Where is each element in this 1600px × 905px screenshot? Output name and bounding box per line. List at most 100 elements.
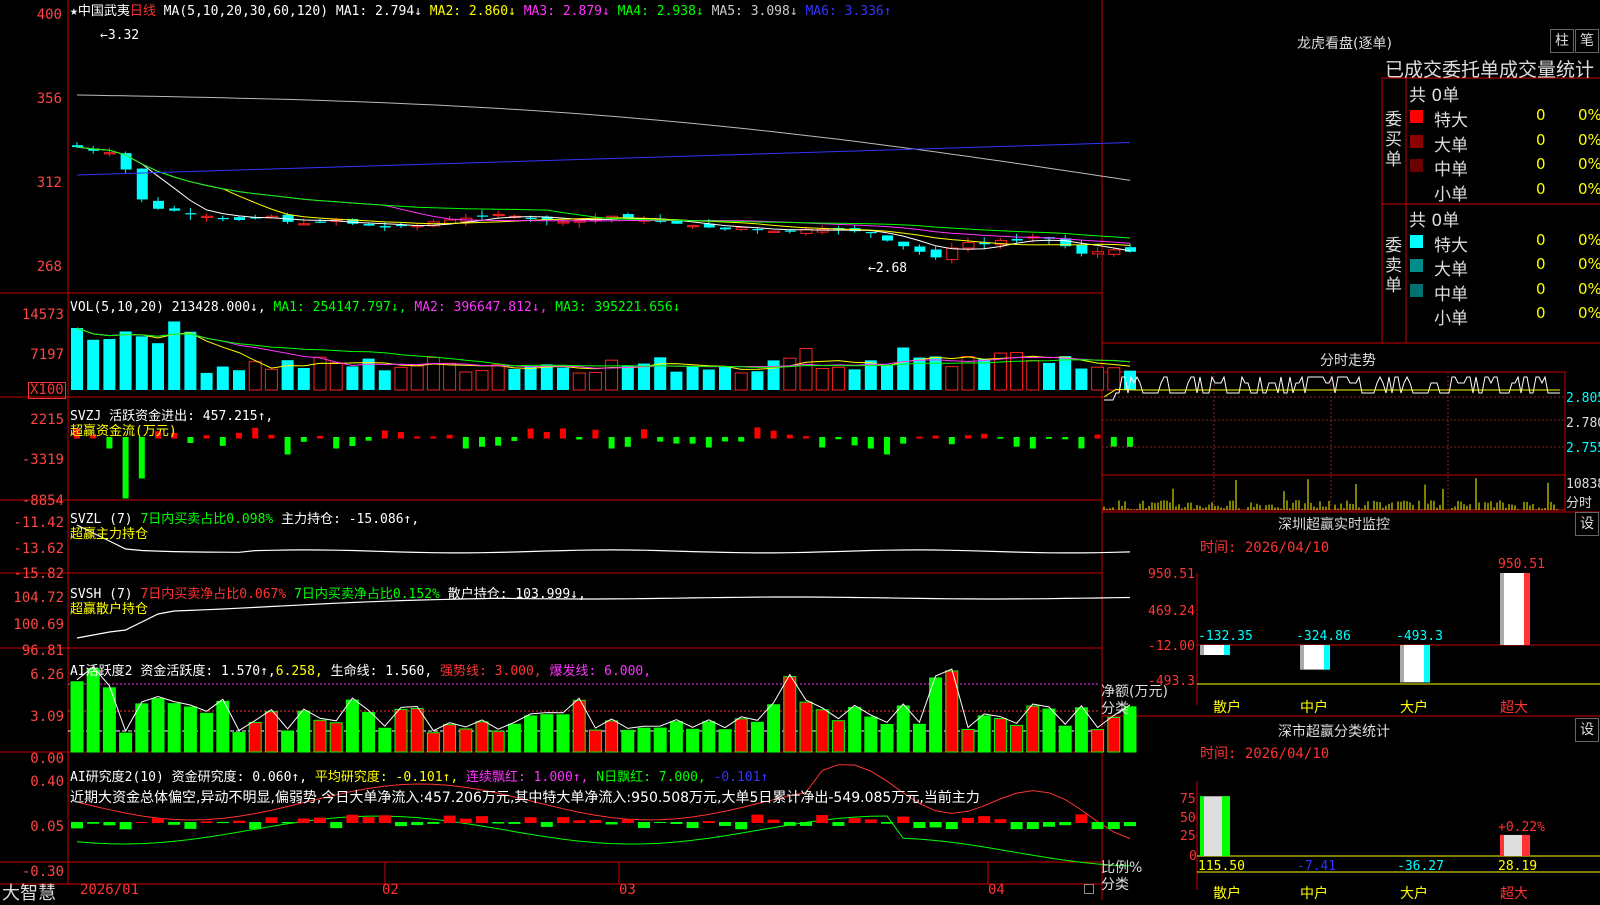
ai-active-text2: 6.258, <box>275 664 323 679</box>
research-bar <box>216 822 229 824</box>
classify-time: 时间: 2026/04/10 <box>1200 746 1330 762</box>
volume-bar <box>329 362 343 391</box>
candle <box>720 227 731 230</box>
volume-bar <box>1107 367 1121 391</box>
intraday-vol-label: 10838 <box>1566 477 1600 492</box>
flow-bar <box>398 432 404 439</box>
volume-bar <box>557 367 569 390</box>
ma60-line <box>76 94 1131 181</box>
flow-bar <box>819 437 826 448</box>
volume-bar <box>1026 359 1040 391</box>
flow-bar <box>560 428 566 439</box>
market-chart-canvas[interactable] <box>0 0 1600 900</box>
volume-bar <box>103 339 116 390</box>
research-bar <box>249 822 262 830</box>
activity-bar <box>426 732 440 753</box>
sell-row-s: 小单 0 0% <box>1408 303 1600 329</box>
activity-bar <box>524 715 538 753</box>
flow-bar <box>284 437 291 455</box>
activity-bar <box>653 727 667 753</box>
monitor-value-retail: -132.35 <box>1198 629 1253 644</box>
flow-bar <box>219 437 226 446</box>
flow-bar <box>349 437 356 447</box>
ma3-value: MA3: 2.879↓ <box>523 4 610 19</box>
monitor-cat-large: 大户 <box>1400 700 1428 716</box>
activity-bar <box>783 676 797 753</box>
monitor-settings-button[interactable]: 设 <box>1575 512 1599 536</box>
activity-bar <box>734 718 748 753</box>
candle <box>768 230 781 233</box>
research-bar <box>443 815 456 823</box>
tick-view-button[interactable]: 笔 <box>1575 29 1599 53</box>
flow-bar <box>641 429 647 439</box>
research-bar <box>864 819 877 823</box>
volume-bar <box>605 359 619 391</box>
volume-bar <box>751 371 764 390</box>
flow-bar <box>884 437 890 455</box>
monitor-bar-shade <box>1400 645 1404 683</box>
ai-research-title: AI研究度2(10) <box>70 770 164 785</box>
ma120-line <box>76 142 1131 176</box>
volume-bar <box>394 366 408 391</box>
candle <box>363 224 375 226</box>
research-bar <box>589 820 602 823</box>
x-axis-label: 03 <box>619 882 636 898</box>
volume-bar <box>200 372 213 390</box>
brand-logo[interactable]: 大智慧 <box>2 879 56 905</box>
stock-name[interactable]: ★中国武夷 <box>70 4 130 19</box>
lock-icon[interactable] <box>1084 884 1094 894</box>
activity-bar <box>345 699 359 753</box>
ma4-value: MA4: 2.938↓ <box>617 4 704 19</box>
classify-settings-button[interactable]: 设 <box>1575 718 1599 742</box>
svzj-axis-label: 2215 <box>30 412 64 428</box>
svzl-subtitle: 超赢主力持仓 <box>70 527 149 542</box>
volume-bar <box>233 370 245 390</box>
research-bar <box>297 818 310 823</box>
x-axis-label: 2026/01 <box>80 882 140 898</box>
flow-bar <box>317 435 323 439</box>
volume-bar <box>734 372 748 391</box>
sell-orders-label: 委卖单 <box>1385 236 1402 296</box>
volume-bar <box>248 361 262 391</box>
ai-research-axis-label: 0.40 <box>30 774 64 790</box>
research-bar <box>1010 822 1023 830</box>
flow-bar <box>803 436 809 439</box>
monitor-axis-label: 950.51 <box>1148 567 1195 582</box>
research-bar <box>103 822 116 826</box>
research-bar <box>135 821 148 823</box>
research-bar <box>994 819 1007 823</box>
candle <box>865 231 877 234</box>
flow-bar <box>900 437 907 444</box>
monitor-axis-label: 469.24 <box>1148 604 1195 619</box>
classify-value-mid: -7.41 <box>1297 859 1337 874</box>
ma-line <box>76 146 1131 239</box>
classify-cat-retail: 散户 <box>1213 886 1241 902</box>
ai-active-text1: 资金活跃度: 1.570↑, <box>140 664 276 679</box>
period-label[interactable]: 日线 <box>130 4 156 19</box>
candle <box>930 249 942 258</box>
sell-row-l: 大单 0 0% <box>1408 254 1600 280</box>
flow-bar <box>705 437 712 448</box>
flow-bar <box>479 437 485 447</box>
flow-bar <box>138 437 145 479</box>
intraday-axis-label: 2.780 <box>1566 416 1600 431</box>
monitor-value-mid: -324.86 <box>1296 629 1351 644</box>
candle <box>1108 249 1121 255</box>
flow-bar <box>1062 437 1069 440</box>
classify-cat-mid: 中户 <box>1300 886 1328 902</box>
research-bar <box>184 822 197 829</box>
volume-bar <box>1075 368 1088 390</box>
volume-bar <box>297 368 310 390</box>
flow-bar <box>430 436 437 439</box>
research-bar <box>605 822 618 825</box>
monitor-bar-shade <box>1200 645 1204 656</box>
bar-view-button[interactable]: 柱 <box>1550 29 1574 53</box>
buy-orders-label: 委买单 <box>1385 110 1402 170</box>
classify-bar-accent <box>1500 834 1504 856</box>
activity-bar <box>912 723 926 753</box>
activity-bar <box>977 715 991 753</box>
volume-bar <box>135 336 148 390</box>
flow-bar <box>965 435 971 439</box>
classify-bar-accent <box>1200 796 1204 856</box>
research-bar <box>314 817 326 823</box>
